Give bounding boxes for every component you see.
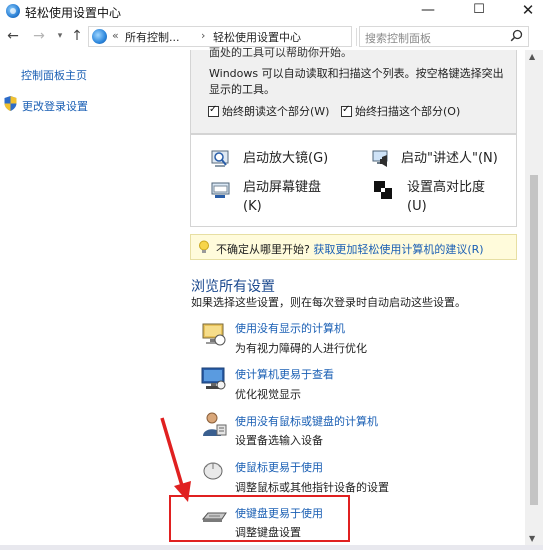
window-title: 轻松使用设置中心 — [25, 6, 122, 20]
make-easier-to-see-link[interactable]: 使计算机更易于查看 — [235, 366, 334, 382]
use-without-display-desc: 为有视力障碍的人进行优化 — [235, 342, 367, 355]
use-without-mouse-keyboard-link[interactable]: 使用没有鼠标或键盘的计算机 — [235, 413, 378, 429]
change-login-settings-link[interactable]: 更改登录设置 — [22, 98, 88, 114]
monitor-icon — [201, 367, 226, 390]
always-scan-checkbox[interactable]: 始终扫描这个部分(O) — [341, 103, 461, 118]
section-description: 如果选择这些设置，则在每次登录时自动启动这些设置。 — [191, 296, 466, 309]
recent-locations-chevron-icon[interactable]: ▾ — [51, 27, 69, 45]
get-recommendations-link[interactable]: 获取更加轻松使用计算机的建议(R) — [313, 243, 483, 256]
make-easier-to-see-desc: 优化视觉显示 — [235, 388, 301, 401]
scrollbar-thumb[interactable] — [530, 175, 538, 505]
always-read-checkbox[interactable]: 始终朗读这个部分(W) — [208, 103, 330, 118]
back-arrow-icon[interactable]: ← — [4, 27, 22, 45]
set-high-contrast-accesskey: (U) — [407, 199, 427, 214]
always-scan-label: 始终扫描这个部分(O) — [355, 105, 461, 118]
make-mouse-easier-desc: 调整鼠标或其他指针设备的设置 — [235, 481, 389, 494]
annotation-arrow-icon — [160, 417, 191, 502]
breadcrumb-separator[interactable]: › — [201, 29, 205, 42]
make-mouse-easier-link[interactable]: 使鼠标更易于使用 — [235, 459, 323, 475]
tip-bar: 不确定从哪里开始? 获取更加轻松使用计算机的建议(R) — [190, 234, 517, 260]
start-onscreen-keyboard-label: 启动屏幕键盘 — [243, 180, 322, 195]
control-panel-window: 轻松使用设置中心 — ☐ ✕ ← → ▾ ↑ « 所有控制... › 轻松使用设… — [0, 0, 543, 550]
maximize-button[interactable]: ☐ — [456, 0, 502, 22]
start-narrator-label: 启动"讲述人"(N) — [401, 151, 498, 166]
use-without-mouse-keyboard-desc: 设置备选输入设备 — [235, 434, 323, 447]
always-read-label: 始终朗读这个部分(W) — [222, 105, 330, 118]
panel-intro-text: 面处的工具可以帮助你开始。 — [209, 46, 352, 59]
no-display-icon — [202, 323, 226, 346]
minimize-button[interactable]: — — [405, 0, 451, 22]
keyboard-option-highlight — [169, 495, 350, 542]
control-panel-home-link[interactable]: 控制面板主页 — [21, 67, 87, 83]
onscreen-keyboard-icon — [211, 182, 230, 198]
use-without-display-link[interactable]: 使用没有显示的计算机 — [235, 320, 345, 336]
quick-tools-panel: 启动放大镜(G) 启动"讲述人"(N) 启动屏幕键盘 (K) 设置高对比度 (U… — [190, 134, 517, 227]
checkbox-checked-icon[interactable] — [208, 104, 219, 117]
narrator-icon — [372, 150, 388, 167]
search-icon[interactable] — [510, 29, 523, 42]
close-button[interactable]: ✕ — [505, 0, 543, 22]
tip-question: 不确定从哪里开始? — [216, 243, 314, 256]
taskbar-edge — [0, 545, 543, 550]
vertical-scrollbar[interactable]: ▲ ▼ — [525, 50, 543, 550]
ease-of-access-icon — [6, 4, 20, 18]
high-contrast-icon — [374, 181, 392, 199]
up-arrow-icon[interactable]: ↑ — [68, 27, 86, 45]
panel-description: Windows 可以自动读取和扫描这个列表。按空格键选择突出显示的工具。 — [209, 67, 504, 96]
tip-text: 不确定从哪里开始? 获取更加轻松使用计算机的建议(R) — [216, 241, 484, 257]
search-input[interactable]: 搜索控制面板 — [359, 26, 529, 47]
checkbox-checked-icon[interactable] — [341, 104, 352, 117]
search-placeholder: 搜索控制面板 — [365, 32, 431, 45]
control-panel-icon — [92, 29, 107, 44]
breadcrumb-overflow[interactable]: « — [112, 29, 119, 42]
quick-access-panel: 面处的工具可以帮助你开始。 Windows 可以自动读取和扫描这个列表。按空格键… — [190, 46, 517, 134]
breadcrumb-all-control-panel[interactable]: 所有控制... — [125, 29, 180, 45]
lightbulb-icon — [199, 240, 209, 253]
section-title: 浏览所有设置 — [191, 279, 275, 295]
start-magnifier-label: 启动放大镜(G) — [243, 151, 329, 166]
mouse-icon — [203, 462, 223, 480]
forward-arrow-icon[interactable]: → — [30, 27, 48, 45]
breadcrumb-ease-of-access[interactable]: 轻松使用设置中心 — [213, 29, 301, 45]
start-onscreen-keyboard-accesskey: (K) — [243, 199, 262, 214]
uac-shield-icon — [4, 96, 17, 111]
user-input-icon — [203, 412, 227, 436]
title-bar: 轻松使用设置中心 — ☐ ✕ — [0, 0, 543, 22]
set-high-contrast-label: 设置高对比度 — [407, 180, 486, 195]
magnifier-icon — [211, 150, 229, 167]
scroll-up-arrow-icon[interactable]: ▲ — [529, 52, 535, 61]
scroll-down-arrow-icon[interactable]: ▼ — [529, 534, 535, 543]
